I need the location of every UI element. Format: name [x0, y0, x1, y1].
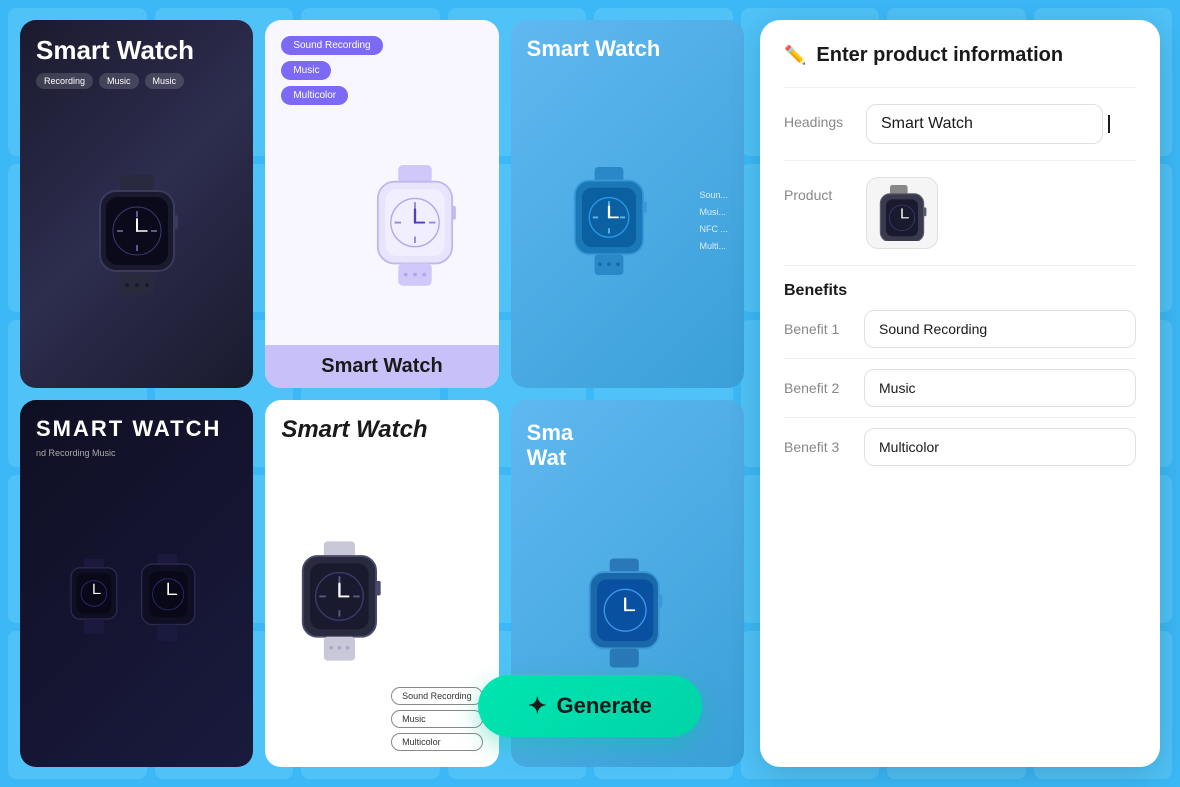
card-2-tag-3: Multicolor: [281, 86, 348, 105]
card-1-title: Smart Watch: [36, 36, 237, 65]
panel-header: ✏️ Enter product information: [784, 44, 1136, 67]
card-3-features: Soun... Musi... NFC ... Multi...: [699, 187, 728, 255]
cards-grid: Smart Watch Recording Music Music: [20, 20, 744, 767]
card-3: Smart Watch: [511, 20, 744, 388]
benefit-2-label: Benefit 2: [784, 380, 852, 396]
divider-1: [784, 87, 1136, 88]
headings-label: Headings: [784, 104, 854, 130]
card-4: SMART WATCH nd Recording Music: [20, 400, 253, 768]
benefits-title: Benefits: [784, 282, 1136, 300]
sparkle-icon: ✦: [528, 693, 546, 719]
benefit-1-row: Benefit 1: [784, 310, 1136, 348]
card-1: Smart Watch Recording Music Music: [20, 20, 253, 388]
card-2-footer: Smart Watch: [265, 345, 498, 388]
headings-row: Headings: [784, 104, 1136, 144]
product-thumbnail[interactable]: [866, 177, 938, 249]
main-content: Smart Watch Recording Music Music: [0, 0, 1180, 787]
divider-2: [784, 160, 1136, 161]
divider-3: [784, 265, 1136, 266]
product-info-panel: ✏️ Enter product information Headings Pr…: [760, 20, 1160, 767]
benefit-1-input[interactable]: [864, 310, 1136, 348]
card-2-tag-1: Sound Recording: [281, 36, 382, 55]
headings-input[interactable]: [866, 104, 1103, 144]
text-cursor: [1108, 115, 1110, 133]
edit-icon: ✏️: [784, 45, 806, 66]
card-5-title: Smart Watch: [281, 416, 482, 444]
card-1-watch: [36, 99, 237, 372]
card-1-tags: Recording Music Music: [36, 73, 237, 89]
benefits-section: Benefits Benefit 1 Benefit 2 Benefit 3: [784, 282, 1136, 466]
card-2-tag-2: Music: [281, 61, 331, 80]
card-5-tag-1: Sound Recording: [391, 687, 483, 705]
card-1-tag-3: Music: [145, 73, 185, 89]
card-2-tags: Sound Recording Music Multicolor: [281, 36, 482, 105]
card-2: Sound Recording Music Multicolor: [265, 20, 498, 388]
generate-label: Generate: [557, 693, 652, 719]
generate-button[interactable]: ✦ Generate: [478, 675, 702, 737]
product-label: Product: [784, 177, 854, 203]
card-2-footer-title: Smart Watch: [321, 355, 443, 377]
benefit-3-input[interactable]: [864, 428, 1136, 466]
product-row: Product: [784, 177, 1136, 249]
card-5-tag-2: Music: [391, 710, 483, 728]
benefit-2-row: Benefit 2: [784, 369, 1136, 407]
card-5-tag-3: Multicolor: [391, 733, 483, 751]
card-5-tags: Sound Recording Music Multicolor: [391, 687, 483, 751]
card-6-title: SmaWat: [527, 416, 728, 475]
card-4-title: SMART WATCH: [36, 416, 237, 442]
card-5: Smart Watch: [265, 400, 498, 768]
divider-4: [784, 358, 1136, 359]
card-4-subtitle: nd Recording Music: [36, 448, 237, 458]
divider-5: [784, 417, 1136, 418]
card-1-tag-2: Music: [99, 73, 139, 89]
benefit-1-label: Benefit 1: [784, 321, 852, 337]
panel-title: Enter product information: [816, 44, 1063, 67]
benefit-2-input[interactable]: [864, 369, 1136, 407]
benefit-3-label: Benefit 3: [784, 439, 852, 455]
benefit-3-row: Benefit 3: [784, 428, 1136, 466]
card-3-title: Smart Watch: [527, 36, 728, 62]
card-1-tag-1: Recording: [36, 73, 93, 89]
